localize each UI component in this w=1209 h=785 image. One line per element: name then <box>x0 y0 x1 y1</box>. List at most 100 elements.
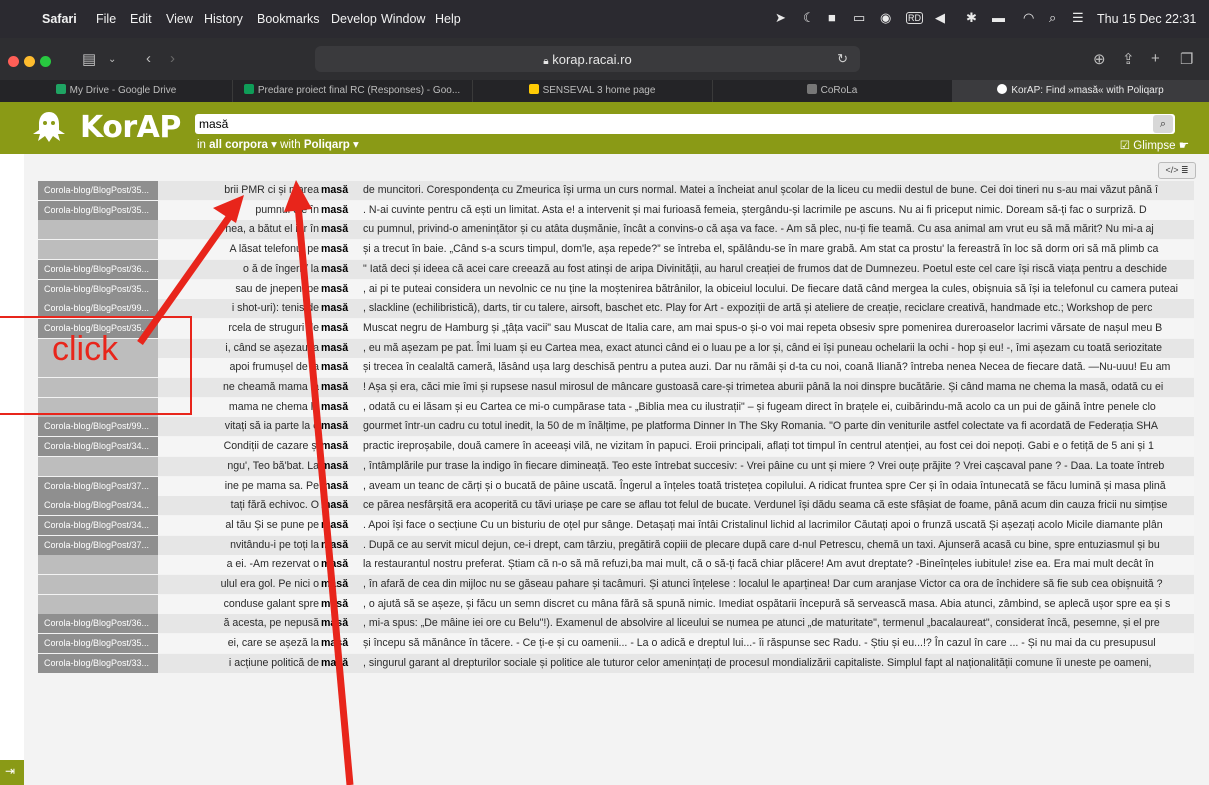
match-keyword[interactable]: masă <box>321 398 348 417</box>
menu-app-name[interactable]: Safari <box>42 12 77 26</box>
glimpse-toggle[interactable]: ☑ Glimpse ☛ <box>1120 138 1189 152</box>
result-snippet[interactable]: ulul era gol. Pe nici o masă , în afară de… <box>158 575 1194 594</box>
back-icon[interactable]: ‹ <box>146 50 151 67</box>
result-doc-id[interactable] <box>38 594 158 614</box>
match-keyword[interactable]: masă <box>321 477 348 496</box>
result-snippet[interactable]: nea, a bătut el iar în masă cu pumnul, pri… <box>158 220 1194 240</box>
match-keyword[interactable]: masă <box>321 240 348 259</box>
login-icon[interactable]: ⇥ <box>5 764 15 778</box>
match-keyword[interactable]: masă <box>321 417 348 436</box>
result-row[interactable]: Corola-blog/BlogPost/34... Condiții de ca… <box>38 437 1194 457</box>
match-keyword[interactable]: masă <box>321 260 348 279</box>
query-text[interactable]: masă <box>199 117 228 131</box>
match-keyword[interactable]: masă <box>321 457 348 476</box>
rd-icon[interactable]: RD <box>906 12 923 24</box>
result-row[interactable]: ngu', Teo bă'bat. La masă , întâmplările p… <box>38 456 1194 476</box>
match-keyword[interactable]: masă <box>321 614 348 633</box>
close-window-button[interactable] <box>8 56 19 67</box>
result-row[interactable]: a ei. -Am rezervat o masă la restaurantul … <box>38 555 1194 575</box>
match-keyword[interactable]: masă <box>321 181 348 200</box>
result-row[interactable]: Corola-blog/BlogPost/37... nvitându-i pe … <box>38 535 1194 555</box>
result-snippet[interactable]: nvitându-i pe toți la masă . După ce au se… <box>158 535 1194 555</box>
menu-window[interactable]: Window <box>381 12 425 26</box>
result-snippet[interactable]: mama ne chema la masă , odată cu ei lăsam … <box>158 397 1194 417</box>
result-row[interactable]: Corola-blog/BlogPost/37... ine pe mama sa… <box>38 476 1194 496</box>
result-snippet[interactable]: al tău Și se pune pe masă . Apoi își face … <box>158 515 1194 535</box>
status-box-icon[interactable]: ■ <box>828 10 836 25</box>
result-snippet[interactable]: o ă de îngeri / la masă " Iată deci și ide… <box>158 259 1194 279</box>
result-doc-id[interactable]: Corola-blog/BlogPost/35... <box>38 200 158 220</box>
checkbox-icon[interactable]: ☑ <box>1120 140 1130 152</box>
result-snippet[interactable]: vitați să ia parte la o masă gourmet într-… <box>158 417 1194 437</box>
result-snippet[interactable]: i, când se așezau la masă , eu mă așezam p… <box>158 338 1194 358</box>
match-keyword[interactable]: masă <box>321 378 348 397</box>
wifi-icon[interactable]: ◠ <box>1023 10 1034 26</box>
result-snippet[interactable]: apoi frumușel de la masă și trecea în ceal… <box>158 358 1194 378</box>
result-row[interactable]: Corola-blog/BlogPost/35... ei, care se aș… <box>38 634 1194 654</box>
result-doc-id[interactable] <box>38 240 158 260</box>
minimize-window-button[interactable] <box>24 56 35 67</box>
sidebar-toggle[interactable]: ⇥ <box>0 760 24 785</box>
menu-file[interactable]: File <box>96 12 116 26</box>
result-doc-id[interactable]: Corola-blog/BlogPost/35... <box>38 634 158 654</box>
chevron-down-icon[interactable]: ▾ <box>353 139 359 151</box>
result-row[interactable]: mama ne chema la masă , odată cu ei lăsam … <box>38 397 1194 417</box>
download-icon[interactable]: ⊕ <box>1093 50 1106 68</box>
result-row[interactable]: Corola-blog/BlogPost/34... tați fără echi… <box>38 496 1194 516</box>
result-snippet[interactable]: i acțiune politică de masă , singurul gara… <box>158 653 1194 673</box>
sidebar-toggle-icon[interactable]: ▤ <box>82 50 96 68</box>
result-doc-id[interactable]: Corola-blog/BlogPost/34... <box>38 496 158 516</box>
menu-history[interactable]: History <box>204 12 243 26</box>
match-keyword[interactable]: masă <box>321 536 348 555</box>
match-keyword[interactable]: masă <box>321 280 348 299</box>
battery-icon[interactable]: ▬ <box>992 10 1005 25</box>
corpus-selector[interactable]: all corpora <box>209 139 268 151</box>
result-doc-id[interactable] <box>38 555 158 575</box>
result-doc-id[interactable]: Corola-blog/BlogPost/34... <box>38 437 158 457</box>
result-doc-id[interactable]: Corola-blog/BlogPost/36... <box>38 614 158 634</box>
result-snippet[interactable]: i shot-uri): tenis de masă , slackline (ec… <box>158 299 1194 319</box>
forward-icon[interactable]: › <box>170 50 175 67</box>
result-doc-id[interactable]: Corola-blog/BlogPost/34... <box>38 515 158 535</box>
chevron-down-icon[interactable]: ⌄ <box>108 54 116 65</box>
result-row[interactable]: nea, a bătut el iar în masă cu pumnul, pri… <box>38 220 1194 240</box>
query-language-selector[interactable]: Poliqarp <box>304 139 350 151</box>
result-row[interactable]: Corola-blog/BlogPost/36... o ă de îngeri … <box>38 259 1194 279</box>
result-doc-id[interactable]: Corola-blog/BlogPost/33... <box>38 653 158 673</box>
result-snippet[interactable]: a ei. -Am rezervat o masă la restaurantul … <box>158 555 1194 575</box>
tab-senseval[interactable]: SENSEVAL 3 home page <box>472 80 713 102</box>
result-row[interactable]: Corola-blog/BlogPost/36... ă acesta, pe n… <box>38 614 1194 634</box>
result-snippet[interactable]: ne cheamă mama la masă ! Așa și era, căci … <box>158 378 1194 397</box>
reload-icon[interactable]: ↻ <box>837 51 848 67</box>
url-text[interactable]: 🔒︎ korap.racai.ro <box>315 52 860 67</box>
match-keyword[interactable]: masă <box>321 555 348 574</box>
location-icon[interactable]: ➤ <box>775 10 786 26</box>
match-keyword[interactable]: masă <box>321 654 348 673</box>
result-snippet[interactable]: pumnul c e în masă . N-ai cuvinte pentru c… <box>158 200 1194 220</box>
result-doc-id[interactable]: Corola-blog/BlogPost/37... <box>38 476 158 496</box>
view-toggle-button[interactable]: </> ≣ <box>1158 162 1196 179</box>
result-row[interactable]: Corola-blog/BlogPost/99... vitați să ia p… <box>38 417 1194 437</box>
result-row[interactable]: ulul era gol. Pe nici o masă , în afară de… <box>38 575 1194 594</box>
tab-overview-icon[interactable]: ❐ <box>1180 50 1193 68</box>
menu-help[interactable]: Help <box>435 12 461 26</box>
tab-korap[interactable]: KorAP: Find »masă« with Poliqarp <box>952 80 1209 102</box>
zoom-window-button[interactable] <box>40 56 51 67</box>
moon-icon[interactable]: ☾ <box>803 10 815 26</box>
search-button[interactable]: ⌕ <box>1153 115 1173 133</box>
result-row[interactable]: apoi frumușel de la masă și trecea în ceal… <box>38 358 1194 378</box>
result-row[interactable]: ne cheamă mama la masă ! Așa și era, căci … <box>38 378 1194 397</box>
result-snippet[interactable]: A lăsat telefonul pe masă și a trecut în b… <box>158 240 1194 260</box>
match-keyword[interactable]: masă <box>321 201 348 220</box>
result-row[interactable]: Corola-blog/BlogPost/34... al tău Și se p… <box>38 515 1194 535</box>
match-keyword[interactable]: masă <box>321 339 348 358</box>
menu-view[interactable]: View <box>166 12 193 26</box>
menu-develop[interactable]: Develop <box>331 12 377 26</box>
result-doc-id[interactable] <box>38 456 158 476</box>
result-doc-id[interactable]: Corola-blog/BlogPost/37... <box>38 535 158 555</box>
result-snippet[interactable]: sau de jnepeni pe masă , ai pi te puteai c… <box>158 279 1194 299</box>
result-doc-id[interactable]: Corola-blog/BlogPost/99... <box>38 417 158 437</box>
result-snippet[interactable]: rcela de struguri de masă Muscat negru de … <box>158 318 1194 338</box>
result-row[interactable]: Corola-blog/BlogPost/35... pumnul c e în m… <box>38 200 1194 220</box>
result-doc-id[interactable] <box>38 397 158 417</box>
